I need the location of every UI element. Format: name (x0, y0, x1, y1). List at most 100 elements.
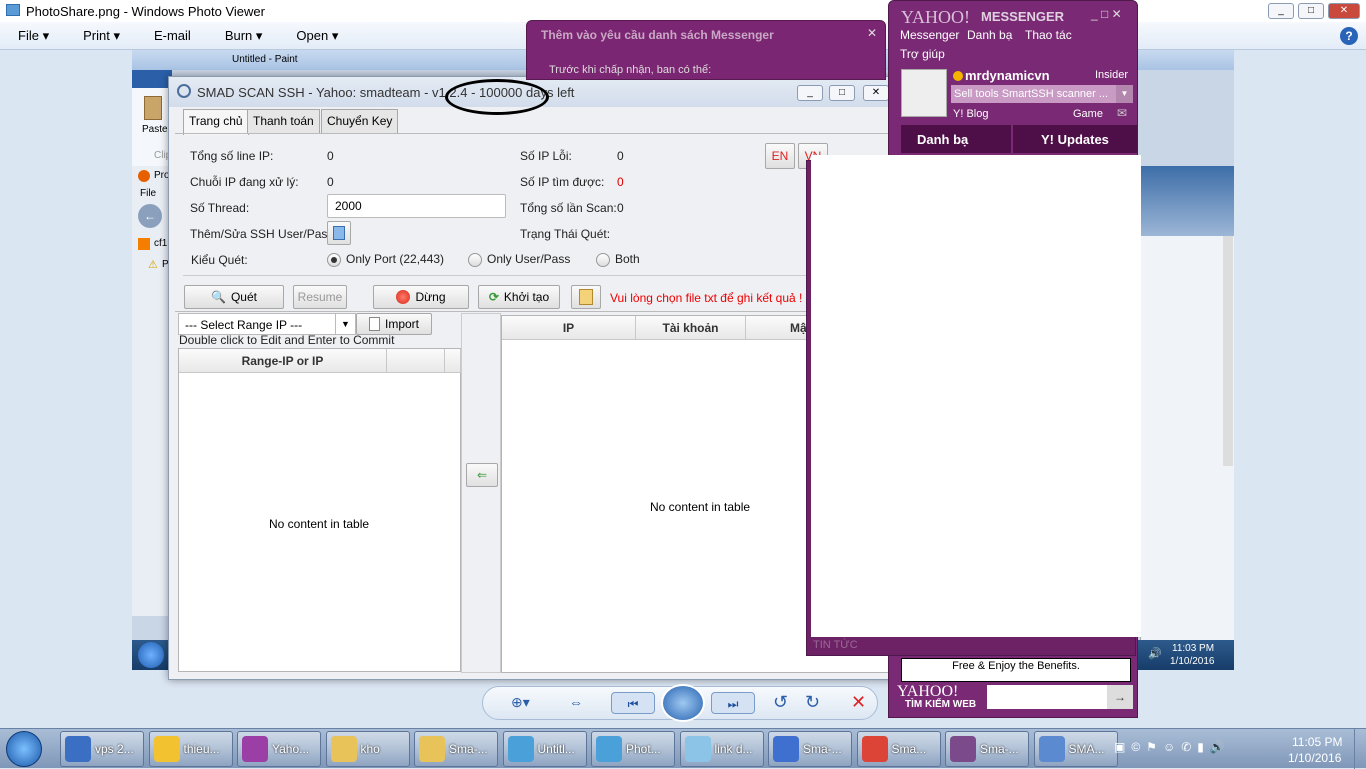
app-icon (861, 736, 888, 762)
news-panel: TIN TỨC (806, 155, 1141, 656)
ym-menu-help[interactable]: Trợ giúp (900, 47, 945, 61)
taskbar-item[interactable]: thieu... (148, 731, 233, 767)
taskbar-item-label: Untitl... (537, 742, 575, 756)
slideshow-button[interactable] (661, 684, 705, 722)
taskbar-item-label: Sma-... (449, 742, 488, 756)
column-extra[interactable] (387, 349, 445, 373)
taskbar-item[interactable]: Sma-... (945, 731, 1029, 767)
lang-en-button[interactable]: EN (765, 143, 795, 169)
tab-change-key[interactable]: Chuyển Key (321, 109, 399, 133)
taskbar-item[interactable]: Phot... (591, 731, 675, 767)
ip-error-label: Số IP Lỗi: (520, 149, 572, 163)
taskbar-item[interactable]: Untitl... (502, 731, 587, 767)
radio-only-port[interactable]: Only Port (22,443) (327, 252, 444, 267)
menu-open[interactable]: Open ▾ (296, 28, 338, 44)
column-range-ip[interactable]: Range-IP or IP (179, 349, 387, 373)
zoom-icon[interactable]: ⊕▾ (511, 694, 530, 711)
rotate-left-icon[interactable]: ↺ (773, 692, 788, 713)
paint-ribbon: Paste Clip (132, 70, 172, 166)
taskbar-item[interactable]: Sma-... (768, 731, 852, 767)
ym-menu-actions[interactable]: Thao tác (1025, 28, 1072, 42)
web-search-input[interactable] (987, 685, 1107, 709)
username[interactable]: mrdynamicvn (965, 68, 1050, 83)
move-left-button[interactable]: ⇐ (466, 463, 498, 487)
delete-icon[interactable]: ✕ (851, 692, 866, 713)
app-icon (419, 736, 445, 762)
smad-close-button[interactable]: ✕ (863, 85, 889, 101)
taskbar-item[interactable]: vps 2... (60, 731, 144, 767)
taskbar-item-label: Phot... (626, 742, 661, 756)
game-link[interactable]: Game (1073, 108, 1103, 120)
column-ip[interactable]: IP (502, 316, 636, 340)
dialog-close-icon[interactable]: ✕ (867, 26, 877, 40)
ym-minimize-icon[interactable]: _ □ ✕ (1091, 7, 1122, 21)
range-ip-table[interactable]: Range-IP or IP No content in table (178, 348, 461, 672)
tab-home[interactable]: Trang chủ (183, 109, 249, 135)
viewer-controls: ⊕▾ ⇔ ⏮ ⏭ ↺ ↻ ✕ (482, 684, 878, 722)
ym-menu-messenger[interactable]: Messenger (900, 28, 959, 42)
search-go-button[interactable]: → (1107, 685, 1133, 709)
ym-menu-contacts[interactable]: Danh bạ (967, 28, 1012, 42)
scan-button[interactable]: 🔍 Quét (184, 285, 284, 309)
next-button[interactable]: ⏭ (711, 692, 755, 714)
processing-label: Chuỗi IP đang xử lý: (190, 175, 299, 189)
mail-icon[interactable]: ✉ (1117, 106, 1127, 120)
firefox-icon (138, 170, 150, 182)
fit-window-icon[interactable]: ⇔ (569, 694, 583, 710)
taskbar-item-label: Sma-... (980, 742, 1019, 756)
app-icon (773, 736, 799, 762)
taskbar-item[interactable]: link d... (679, 731, 764, 767)
close-button[interactable]: ✕ (1328, 3, 1360, 19)
taskbar-item[interactable]: Sma... (856, 731, 941, 767)
menu-file[interactable]: File ▾ (18, 28, 49, 44)
choose-file-button[interactable] (571, 285, 601, 309)
tab-updates[interactable]: Y! Updates (1013, 125, 1137, 153)
status-message-input[interactable]: Sell tools SmartSSH scanner ... ▼ (951, 85, 1133, 103)
smad-minimize-button[interactable]: _ (797, 85, 823, 101)
tab-payment[interactable]: Thanh toán (247, 109, 320, 133)
tray-icons[interactable]: ▣©⚑☺✆▮🔊 (1114, 740, 1231, 754)
radio-only-user-pass[interactable]: Only User/Pass (468, 252, 570, 267)
minimize-button[interactable]: _ (1268, 3, 1294, 19)
avatar[interactable] (901, 69, 947, 117)
blog-link[interactable]: Y! Blog (953, 108, 988, 120)
smad-maximize-button[interactable]: □ (829, 85, 855, 101)
insider-link[interactable]: Insider (1095, 69, 1128, 81)
total-scans-value: 0 (617, 201, 624, 215)
chevron-down-icon[interactable]: ▼ (1116, 85, 1133, 103)
rotate-right-icon[interactable]: ↻ (805, 692, 820, 713)
stop-button[interactable]: Dừng (373, 285, 469, 309)
start-button[interactable] (6, 731, 42, 767)
taskbar-item[interactable]: Sma-... (414, 731, 498, 767)
edit-icon (333, 226, 345, 240)
taskbar-item[interactable]: kho (325, 731, 410, 767)
clock-time[interactable]: 11:05 PM (1292, 735, 1342, 749)
menu-burn[interactable]: Burn ▾ (225, 28, 263, 44)
tab-contacts[interactable]: Danh bạ (901, 125, 1011, 153)
clock-date[interactable]: 1/10/2016 (1288, 751, 1341, 765)
scan-type-label: Kiểu Quét: (191, 253, 248, 267)
thread-input[interactable] (327, 194, 506, 218)
taskbar-item[interactable]: Yaho... (237, 731, 321, 767)
edit-user-pass-button[interactable] (327, 221, 351, 245)
chevron-down-icon: ▼ (335, 314, 355, 334)
app-icon (596, 736, 622, 762)
taskbar-item-label: Sma-... (803, 742, 842, 756)
promo-banner[interactable]: Free & Enjoy the Benefits. (901, 658, 1131, 682)
help-icon[interactable]: ? (1340, 27, 1358, 45)
taskbar-item-label: SMA... (1068, 742, 1105, 756)
previous-button[interactable]: ⏮ (611, 692, 655, 714)
smad-scan-window: SMAD SCAN SSH - Yahoo: smadteam - v1.2.4… (168, 76, 902, 680)
maximize-button[interactable]: □ (1298, 3, 1324, 19)
menu-print[interactable]: Print ▾ (83, 28, 120, 44)
menu-email[interactable]: E-mail (154, 28, 191, 43)
show-desktop-button[interactable] (1354, 729, 1366, 769)
column-account[interactable]: Tài khoản (636, 316, 746, 340)
app-icon (153, 736, 180, 762)
resume-button[interactable]: Resume (293, 285, 347, 309)
radio-both[interactable]: Both (596, 252, 640, 267)
select-range-dropdown[interactable]: --- Select Range IP --- ▼ (178, 313, 356, 335)
taskbar-item[interactable]: SMA... (1033, 731, 1118, 767)
restart-button[interactable]: ⟳ Khởi tạo (478, 285, 560, 309)
import-button[interactable]: Import (356, 313, 432, 335)
